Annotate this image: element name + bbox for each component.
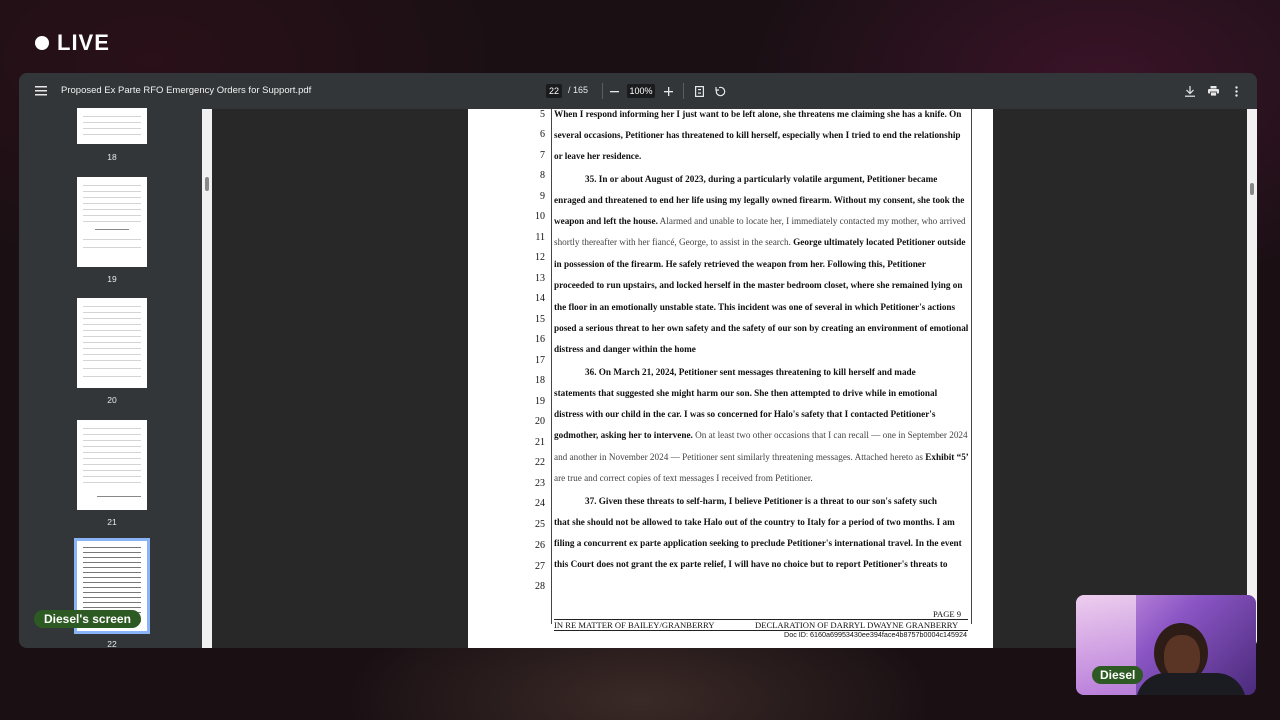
line-number: 6 xyxy=(540,129,545,140)
more-vert-icon[interactable] xyxy=(1229,73,1243,109)
live-indicator: LIVE xyxy=(35,30,110,56)
line-number: 18 xyxy=(535,375,545,386)
zoom-level-input[interactable]: 100% xyxy=(627,84,655,98)
document-line: filing a concurrent ex parte application… xyxy=(554,538,962,548)
line-number: 13 xyxy=(535,273,545,284)
thumbnail-label: 19 xyxy=(107,274,117,284)
line-number: 19 xyxy=(535,396,545,407)
main-scrollbar-thumb[interactable] xyxy=(1250,183,1254,195)
document-line: When I respond informing her I just want… xyxy=(554,109,962,119)
menu-icon[interactable] xyxy=(33,73,49,109)
line-number: 5 xyxy=(540,109,545,120)
document-line: statements that suggested she might harm… xyxy=(554,388,938,398)
line-number: 16 xyxy=(535,334,545,345)
line-number: 8 xyxy=(540,170,545,181)
screen-share-label: Diesel's screen xyxy=(34,610,141,628)
margin-line xyxy=(971,109,972,624)
print-icon[interactable] xyxy=(1206,73,1220,109)
margin-line xyxy=(551,109,552,624)
fit-page-icon[interactable] xyxy=(692,73,706,109)
document-line: 36. On March 21, 2024, Petitioner sent m… xyxy=(585,367,916,377)
line-number: 10 xyxy=(535,211,545,222)
pdf-page: 5 When I respond informing her I just wa… xyxy=(468,109,993,648)
document-line: 37. Given these threats to self-harm, I … xyxy=(585,496,937,506)
document-line: godmother, asking her to intervene. xyxy=(554,430,693,440)
plus-icon[interactable] xyxy=(661,73,675,109)
line-number: 7 xyxy=(540,150,545,161)
document-line-fragment: George ultimately located Petitioner out… xyxy=(790,237,966,247)
line-number: 11 xyxy=(535,232,545,243)
page-thumbnail[interactable] xyxy=(77,177,147,267)
line-number: 28 xyxy=(535,581,545,592)
line-number: 27 xyxy=(535,561,545,572)
document-line: distress with our child in the car. I wa… xyxy=(554,409,936,419)
line-number: 12 xyxy=(535,252,545,263)
document-line-fragment: Alarmed and unable to locate her, I imme… xyxy=(657,216,966,226)
document-line-fragment: On at least two other occasions that I c… xyxy=(692,430,968,440)
document-line: the floor in an emotionally unstable sta… xyxy=(554,302,956,312)
document-line: that she should not be allowed to take H… xyxy=(554,517,955,527)
document-line: enraged and threatened to end her life u… xyxy=(554,195,965,205)
toolbar-divider xyxy=(602,83,603,99)
page-number-input[interactable]: 22 xyxy=(546,84,562,98)
document-line: or leave her residence. xyxy=(554,151,642,161)
document-line: proceeded to run upstairs, and locked he… xyxy=(554,280,963,290)
thumbnail-label: 22 xyxy=(107,639,117,648)
download-icon[interactable] xyxy=(1183,73,1197,109)
line-number: 20 xyxy=(535,416,545,427)
line-number: 15 xyxy=(535,314,545,325)
doc-id: Doc ID: 6160a69953430ee394face4b8757b000… xyxy=(784,630,968,639)
document-line: distress and danger within the home xyxy=(554,344,696,354)
minus-icon[interactable] xyxy=(607,73,621,109)
line-number: 21 xyxy=(535,437,545,448)
live-dot-icon xyxy=(35,36,49,50)
sidebar-scrollbar-thumb[interactable] xyxy=(205,177,209,191)
line-number: 17 xyxy=(535,355,545,366)
line-number: 25 xyxy=(535,519,545,530)
camera-name-label: Diesel xyxy=(1092,666,1144,684)
pdf-toolbar: Proposed Ex Parte RFO Emergency Orders f… xyxy=(19,73,1257,109)
document-line-fragment: Exhibit “5” xyxy=(922,452,968,462)
document-line: 35. In or about August of 2023, during a… xyxy=(585,174,938,184)
document-line: this Court does not grant the ex parte r… xyxy=(554,559,948,569)
page-footer-number: PAGE 9 xyxy=(933,609,962,619)
footer-matter: IN RE MATTER OF BAILEY/GRANBERRY xyxy=(554,620,715,630)
document-line: and another in November 2024 — Petitione… xyxy=(554,452,923,462)
page-thumbnail[interactable] xyxy=(77,420,147,510)
document-line: shortly thereafter with her fiancé, Geor… xyxy=(554,237,791,247)
toolbar-divider xyxy=(683,83,684,99)
thumbnail-label: 20 xyxy=(107,395,117,405)
pdf-viewer: Proposed Ex Parte RFO Emergency Orders f… xyxy=(19,73,1257,648)
page-thumbnail[interactable] xyxy=(77,298,147,388)
document-line: several occasions, Petitioner has threat… xyxy=(554,130,961,140)
line-number: 14 xyxy=(535,293,545,304)
thumbnail-label: 21 xyxy=(107,517,117,527)
footer-declaration: DECLARATION OF DARRYL DWAYNE GRANBERRY xyxy=(755,620,959,630)
page-total: / 165 xyxy=(568,85,589,95)
line-number: 24 xyxy=(535,498,545,509)
file-title: Proposed Ex Parte RFO Emergency Orders f… xyxy=(61,85,312,96)
streamer-body xyxy=(1136,673,1246,695)
page-thumbnail[interactable] xyxy=(77,108,147,144)
thumbnail-sidebar: 18 19 20 21 22 xyxy=(19,108,212,648)
line-number: 23 xyxy=(535,478,545,489)
line-number: 22 xyxy=(535,457,545,468)
thumbnail-label: 18 xyxy=(107,152,117,162)
document-line: posed a serious threat to her own safety… xyxy=(554,323,968,333)
document-line: in possession of the firearm. He safely … xyxy=(554,259,926,269)
document-line: are true and correct copies of text mess… xyxy=(554,473,813,483)
line-number: 9 xyxy=(540,191,545,202)
rotate-icon[interactable] xyxy=(713,73,727,109)
line-number: 26 xyxy=(535,540,545,551)
document-line: weapon and left the house. xyxy=(554,216,658,226)
live-label: LIVE xyxy=(57,30,110,55)
